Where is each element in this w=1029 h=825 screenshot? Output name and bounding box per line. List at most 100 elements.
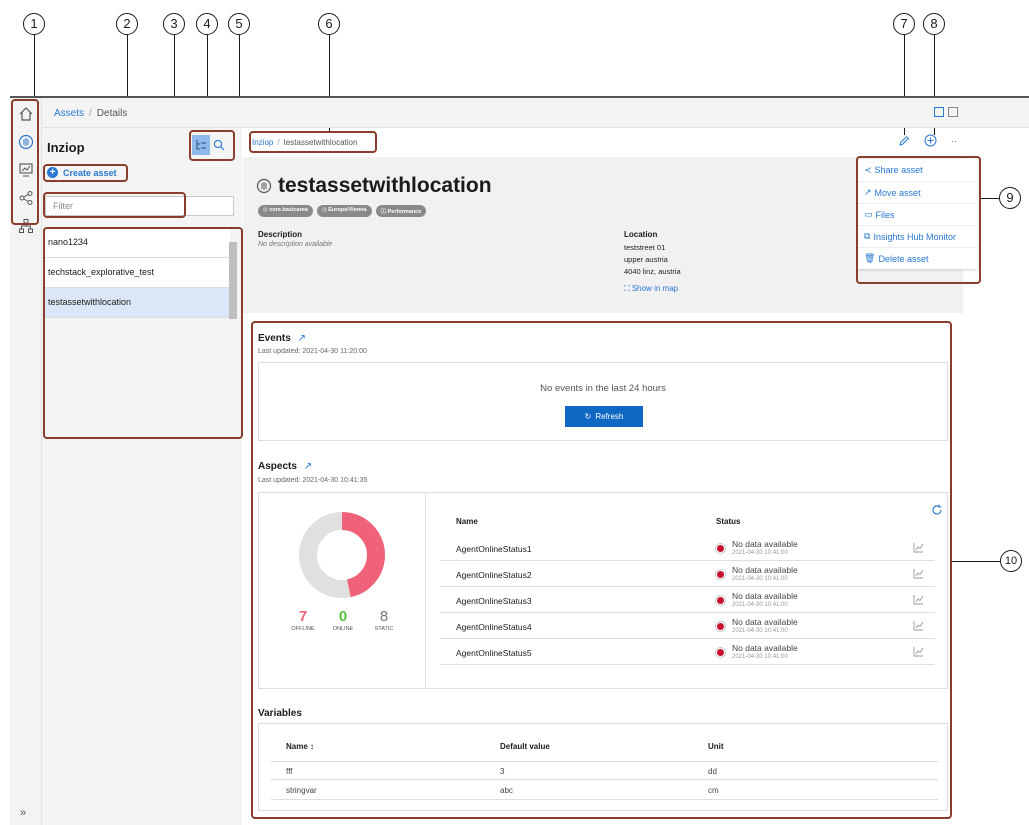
variable-default: 3: [500, 767, 505, 776]
assets-icon[interactable]: [18, 134, 34, 150]
map-icon: ⛶: [624, 284, 630, 293]
variables-col-default: Default value: [500, 742, 550, 751]
menu-item-move-asset[interactable]: ↗ Move asset: [858, 181, 978, 203]
events-title: Events ↗: [258, 333, 306, 344]
hierarchy-icon[interactable]: [18, 218, 34, 234]
menu-item-delete-asset[interactable]: 🗑 Delete asset: [858, 247, 978, 269]
trend-chart-icon[interactable]: [913, 594, 924, 605]
aspect-status: No data available: [732, 617, 798, 627]
status-offline-dot: [716, 596, 725, 605]
menu-item-files[interactable]: ▭ Files: [858, 203, 978, 225]
menu-item-insights-hub-monitor[interactable]: ⧉ Insights Hub Monitor: [858, 225, 978, 247]
search-view-button[interactable]: [210, 135, 228, 155]
events-title-text: Events: [258, 333, 291, 344]
header-actions: ··: [898, 134, 957, 147]
open-events-arrow-icon[interactable]: ↗: [298, 333, 306, 344]
open-aspects-arrow-icon[interactable]: ↗: [304, 461, 312, 472]
variables-col-name[interactable]: Name ↕: [286, 742, 314, 751]
breadcrumb-separator: /: [89, 108, 92, 119]
asset-list-item-selected[interactable]: testassetwithlocation: [45, 288, 230, 318]
more-options-icon[interactable]: ··: [951, 136, 957, 146]
create-asset-label: Create asset: [63, 167, 117, 178]
trend-chart-icon[interactable]: [913, 568, 924, 579]
callout-7: 7: [893, 13, 915, 35]
aspect-timestamp: 2021-04-30 10:41:00: [732, 654, 788, 660]
aspects-title-text: Aspects: [258, 461, 297, 472]
variables-title: Variables: [258, 708, 302, 719]
asset-panel-title: Inziop: [47, 140, 85, 155]
table-row[interactable]: AgentOnlineStatus4 No data available 202…: [440, 613, 935, 639]
split-pane-layout-icon[interactable]: [948, 107, 958, 117]
refresh-button[interactable]: ↻ Refresh: [565, 406, 643, 427]
asset-list-item[interactable]: nano1234: [45, 228, 230, 258]
show-in-map-link[interactable]: ⛶ Show in map: [624, 284, 678, 294]
tag-timezone-text: Europe/Vienna: [328, 207, 367, 213]
stat-online: 0 ONLINE: [323, 608, 363, 632]
table-row: fff 3 dd: [271, 761, 938, 780]
table-row[interactable]: AgentOnlineStatus3 No data available 202…: [440, 587, 935, 613]
location-region: upper austria: [624, 255, 668, 264]
table-row[interactable]: AgentOnlineStatus5 No data available 202…: [440, 639, 935, 665]
stat-online-label: ONLINE: [332, 626, 354, 632]
aspects-last-updated: Last updated: 2021-04-30 10:41:35: [258, 477, 368, 484]
view-toggle: [192, 135, 228, 155]
callout-2: 2: [116, 13, 138, 35]
aspect-timestamp: 2021-04-30 10:41:00: [732, 602, 788, 608]
tree-view-icon: [196, 140, 206, 150]
add-child-plus-icon[interactable]: [924, 134, 937, 147]
location-street: teststreet 01: [624, 243, 666, 252]
tag-performance: ⓘ Performance: [375, 205, 427, 217]
aspects-col-name: Name: [456, 517, 478, 526]
trend-chart-icon[interactable]: [913, 646, 924, 657]
tree-view-button[interactable]: [192, 135, 210, 155]
variable-name: stringvar: [286, 786, 317, 795]
tag-timezone: ◷ Europe/Vienna: [316, 205, 372, 217]
plus-icon: +: [47, 167, 58, 178]
stat-offline: 7 OFFLINE: [283, 608, 323, 632]
asset-list-scrollbar[interactable]: [229, 242, 237, 319]
move-arrow-icon: ↗: [864, 187, 872, 197]
stat-static-value: 8: [379, 608, 389, 625]
aspects-title: Aspects ↗: [258, 461, 312, 472]
no-events-message: No events in the last 24 hours: [540, 383, 666, 394]
asset-tags: ◎ core.basicarea ◷ Europe/Vienna ⓘ Perfo…: [258, 205, 427, 217]
aspect-status: No data available: [732, 591, 798, 601]
asset-title: testassetwithlocation: [256, 174, 492, 198]
reload-aspects-icon[interactable]: [931, 504, 943, 516]
top-bar: [42, 98, 1029, 128]
folder-icon: ▭: [864, 209, 873, 219]
trend-chart-icon[interactable]: [913, 620, 924, 631]
trend-chart-icon[interactable]: [913, 542, 924, 553]
share-icon: ≺: [864, 164, 872, 175]
status-offline-dot: [716, 622, 725, 631]
callout-8: 8: [923, 13, 945, 35]
menu-item-share-label: Share asset: [874, 165, 923, 175]
edit-pencil-icon[interactable]: [898, 135, 910, 147]
refresh-icon: ↻: [584, 412, 592, 421]
asset-list-item[interactable]: techstack_explorative_test: [45, 258, 230, 288]
share-network-icon[interactable]: [18, 190, 34, 206]
status-offline-dot: [716, 648, 725, 657]
layout-switcher: [934, 107, 958, 117]
aspect-status: No data available: [732, 643, 798, 653]
asset-breadcrumb: Inziop / testassetwithlocation: [252, 138, 357, 147]
navigation-rail: »: [10, 98, 42, 825]
aspect-name: AgentOnlineStatus2: [456, 570, 532, 580]
breadcrumb-root-link[interactable]: Inziop: [252, 138, 273, 147]
aspect-name: AgentOnlineStatus4: [456, 622, 532, 632]
menu-item-share-asset[interactable]: ≺ Share asset: [858, 159, 978, 181]
table-row[interactable]: AgentOnlineStatus2 No data available 202…: [440, 561, 935, 587]
menu-item-delete-label: Delete asset: [878, 253, 929, 264]
breadcrumb-assets-link[interactable]: Assets: [54, 108, 84, 119]
single-pane-layout-icon[interactable]: [934, 107, 944, 117]
events-card: [258, 362, 948, 441]
callout-1: 1: [23, 13, 45, 35]
create-asset-button[interactable]: + Create asset: [47, 167, 117, 178]
aspect-timestamp: 2021-04-30 10:41:00: [732, 576, 788, 582]
menu-item-move-label: Move asset: [874, 187, 921, 198]
home-icon[interactable]: [18, 106, 34, 122]
table-row[interactable]: AgentOnlineStatus1 No data available 202…: [440, 535, 935, 561]
expand-rail-chevron-icon[interactable]: »: [20, 807, 26, 819]
dashboard-icon[interactable]: [18, 162, 34, 178]
filter-input[interactable]: Filter: [45, 196, 234, 216]
